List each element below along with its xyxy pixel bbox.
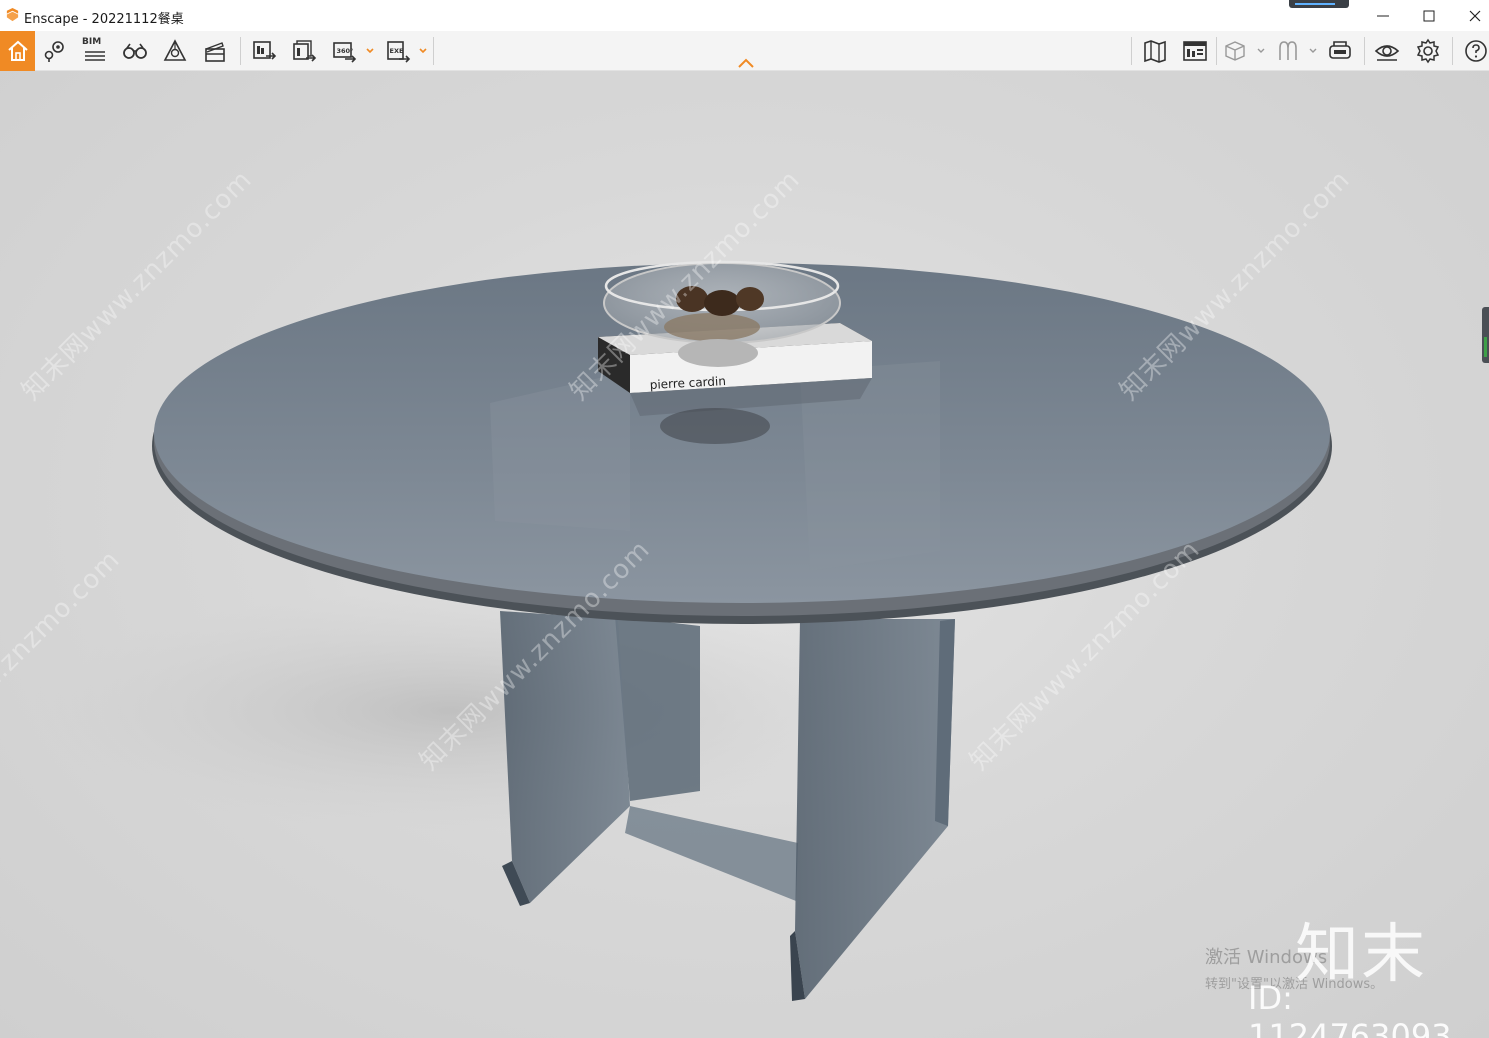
vr-button[interactable] <box>1322 33 1358 69</box>
bowl-base <box>678 339 758 367</box>
side-panel-handle[interactable] <box>1482 307 1489 363</box>
sun-triangle-icon <box>163 39 187 61</box>
reports-button[interactable] <box>1177 33 1213 69</box>
asset-library-button[interactable] <box>1270 33 1306 69</box>
export-image-icon <box>253 41 277 60</box>
export-exe-button[interactable]: EXE <box>380 33 416 69</box>
visual-settings-button[interactable] <box>157 33 193 69</box>
view-toggle-button[interactable] <box>1369 33 1405 69</box>
video-editor-button[interactable] <box>197 33 233 69</box>
enscape-logo-icon <box>6 7 19 22</box>
pine-cone <box>736 287 764 311</box>
batch-export-icon <box>293 40 317 62</box>
svg-text:EXE: EXE <box>390 47 404 55</box>
toolbar-divider <box>1452 37 1453 65</box>
toolbar-divider <box>1131 37 1132 65</box>
home-button[interactable] <box>0 31 35 71</box>
cube-dropdown-chevron-down-icon[interactable] <box>1256 46 1266 56</box>
pine-cone <box>704 290 740 316</box>
home-icon <box>7 40 28 61</box>
bowl-plate <box>664 313 760 341</box>
gear-icon <box>1416 38 1440 64</box>
assets-dropdown-chevron-down-icon[interactable] <box>1308 46 1318 56</box>
asset-library-icon <box>1279 41 1297 60</box>
toolbar-divider <box>433 37 434 65</box>
panorama-360-icon: 360° <box>333 42 357 63</box>
close-button[interactable] <box>1452 0 1489 31</box>
clapperboard-icon <box>205 42 225 62</box>
main-toolbar: BIM 360° EXE <box>0 31 1489 71</box>
toolbar-divider <box>240 37 241 65</box>
table-leg-cross <box>625 806 798 901</box>
close-icon <box>1469 10 1481 21</box>
collapse-toolbar-chevron-up-icon[interactable] <box>737 57 755 69</box>
exe-export-icon: EXE <box>387 41 411 63</box>
asset-id-label: ID: 1124763093 <box>1248 979 1452 1038</box>
minimize-icon <box>1377 15 1389 16</box>
title-bar: Enscape - 20221112餐桌 <box>0 0 1489 31</box>
binoculars-icon <box>123 43 147 59</box>
batch-render-button[interactable] <box>286 33 322 69</box>
cube-icon <box>1225 41 1245 61</box>
table-leg-right <box>795 619 955 999</box>
location-pins-icon <box>44 41 64 62</box>
help-icon <box>1465 40 1487 62</box>
vr-headset-icon <box>1329 41 1351 59</box>
minimize-button[interactable] <box>1360 0 1406 31</box>
map-icon <box>1144 40 1166 63</box>
panorama-dropdown-chevron-down-icon[interactable] <box>365 46 375 56</box>
window-title: Enscape - 20221112餐桌 <box>24 12 184 27</box>
toolbar-divider <box>1364 37 1365 65</box>
bim-label: BIM <box>82 37 102 47</box>
maximize-icon <box>1423 10 1435 21</box>
views-button[interactable] <box>37 33 73 69</box>
render-image-button[interactable] <box>246 33 282 69</box>
map-button[interactable] <box>1137 33 1173 69</box>
panorama-button[interactable]: 360° <box>326 33 362 69</box>
mini-status-bar <box>1289 0 1349 8</box>
cube-button[interactable] <box>1217 33 1253 69</box>
maximize-button[interactable] <box>1406 0 1452 31</box>
svg-text:360°: 360° <box>337 47 354 55</box>
export-dropdown-chevron-down-icon[interactable] <box>418 46 428 56</box>
bowl-reflection <box>660 408 770 444</box>
render-viewport[interactable]: pierre cardin 知末网www.znzmo.com 知末网www.zn… <box>0 71 1489 1038</box>
help-button[interactable] <box>1458 33 1489 69</box>
window-chart-icon <box>1183 41 1207 61</box>
settings-button[interactable] <box>1410 33 1446 69</box>
walk-mode-button[interactable] <box>117 33 153 69</box>
eye-icon <box>1374 45 1400 61</box>
